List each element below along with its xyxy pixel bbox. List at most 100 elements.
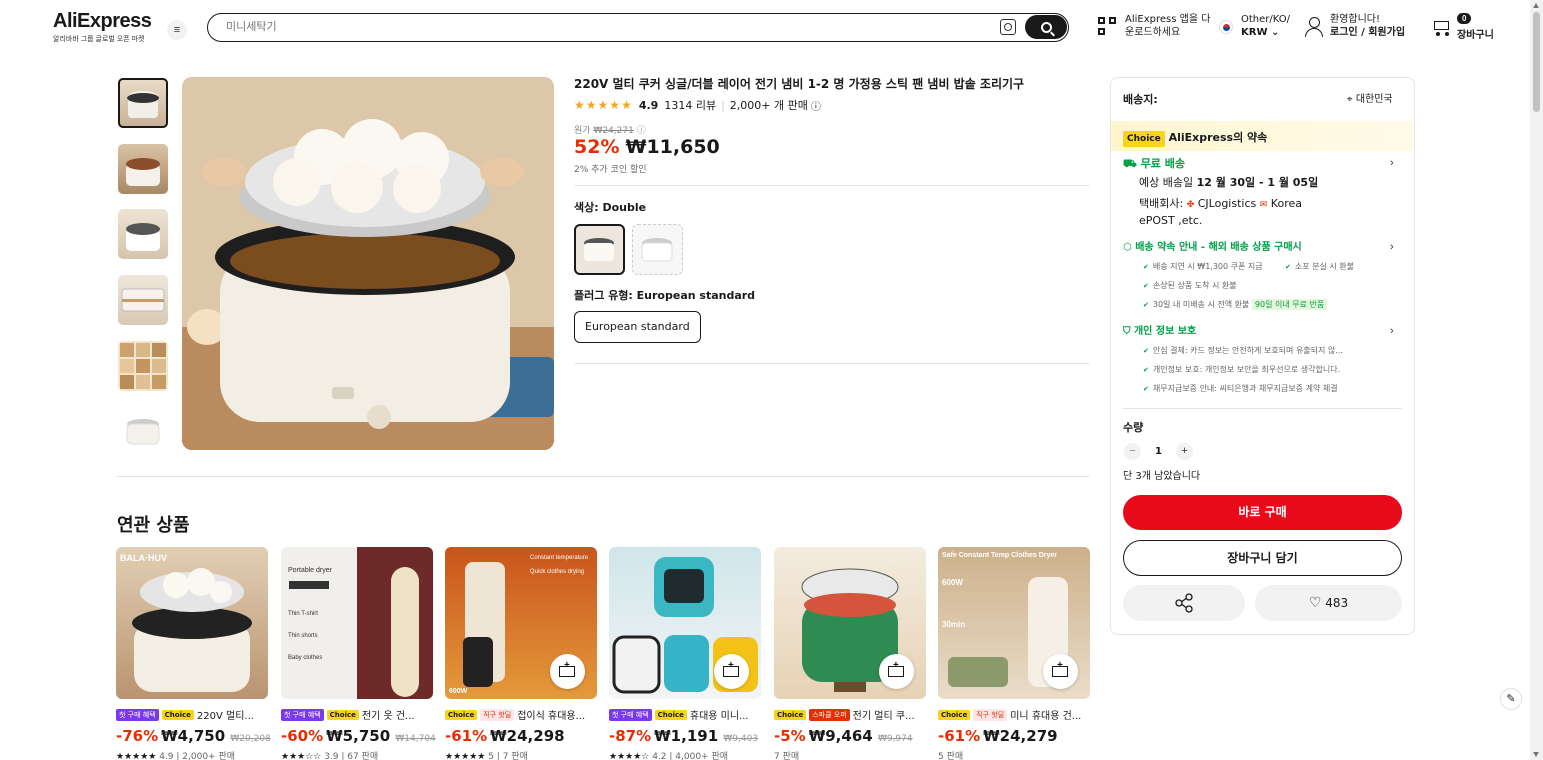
scroll-thumb[interactable] [1533,12,1540,112]
first-purchase-tag: 첫 구매 혜택 [281,708,324,721]
rating-row[interactable]: ★ ★ ★ ★ ★ 4.9 1314 리뷰 | 2,000+ 개 판매 ⓘ [574,97,821,113]
product-card[interactable]: Safe Constant Temp Clothes Dryer 600W 30mi… [938,547,1090,760]
login-signup[interactable]: 로그인 / 회원가입 [1330,26,1405,39]
card-price-value: ₩24,298 [490,727,565,745]
current-price: 52% ₩11,650 [574,136,720,158]
scroll-down-arrow[interactable] [1533,752,1539,757]
info-icon[interactable]: ⓘ [637,126,646,136]
card-rating-sold: 7 판매 [774,752,800,760]
share-button[interactable] [1123,585,1245,621]
product-thumbnail[interactable] [118,406,168,456]
color-swatch-single[interactable] [632,224,683,275]
eta-prefix: 예상 배송일 [1139,176,1194,189]
eta-dates: 12 월 30일 - 1 월 05일 [1196,176,1319,189]
korea-flag-icon [1219,20,1233,34]
coin-discount-note: 2% 추가 코인 할인 [574,165,647,175]
user-icon[interactable] [1305,17,1323,37]
carrier-prefix: 택배회사: [1139,197,1184,210]
color-swatch-double[interactable] [574,224,625,275]
quantity-increase-button[interactable]: + [1176,443,1193,460]
choice-tag: Choice [326,709,359,720]
card-original-price: ₩9,974 [877,734,913,744]
card-discount: -76% [116,727,159,745]
app-download-link[interactable]: AliExpress 앱을 다 운로드하세요 [1125,13,1210,39]
aliexpress-logo[interactable]: AliExpress 알리바바 그룹 글로벌 오픈 마켓 [53,10,152,44]
product-card-name: 220V 멀티... [196,711,254,722]
delivery-guarantee-row[interactable]: ⬡ 배송 약속 안내 - 해외 배송 상품 구매시 [1123,241,1302,255]
choice-tag: Choice [774,709,807,720]
add-to-cart-icon[interactable] [879,654,914,689]
shield-check-icon: ⛉ [1123,326,1131,337]
product-card-image[interactable]: Portable dryer Thin T-shirt Thin shorts Bab… [281,547,433,699]
quantity-decrease-button[interactable]: − [1124,443,1141,460]
sparkle-offer-tag: 스파클 오퍼 [809,708,850,721]
card-discount: -61% [938,727,981,745]
ship-to-selector[interactable]: ⌖ 대한민국 [1347,93,1393,107]
product-thumbnail[interactable] [118,78,168,128]
chevron-right-icon[interactable]: › [1390,157,1529,169]
menu-icon[interactable]: ≡ [167,20,187,40]
product-card-image[interactable]: Constant temperature Quick clothes drying… [445,547,597,699]
quantity-value[interactable]: 1 [1155,445,1162,459]
search-button[interactable] [1025,15,1067,39]
add-to-cart-icon[interactable] [714,654,749,689]
product-thumbnail[interactable] [118,275,168,325]
privacy-data: 개인정보 보호: 개인정보 보안을 최우선으로 생각합니다. [1143,364,1340,375]
vertical-scrollbar[interactable] [1530,0,1543,760]
card-original-price: ₩14,704 [395,734,436,744]
search-input[interactable] [226,20,826,33]
review-count[interactable]: 1314 리뷰 [664,97,716,113]
region-selector[interactable]: Other/KO/ KRW ⌄ [1241,13,1290,39]
privacy-row[interactable]: ⛉ 개인 정보 보호 [1123,325,1196,339]
card-rating-sold: 4.9 | 2,000+ 판매 [159,752,236,760]
product-card[interactable]: BALA·HUV 첫 구매 혜택 Choice 220V 멀티... -76% ₩4,… [116,547,271,760]
choice-tag: Choice [938,709,971,720]
product-card[interactable]: Constant temperature Quick clothes drying… [445,547,597,760]
product-card-price: -5% ₩9,464 ₩9,974 [774,727,926,745]
card-discount: -61% [445,727,488,745]
guarantee-coupon: 배송 지연 시 ₩1,300 쿠폰 지급 [1143,261,1263,272]
product-card-image[interactable]: BALA·HUV [116,547,268,699]
product-card-image[interactable] [609,547,761,699]
card-price-value: ₩24,279 [983,727,1058,745]
info-icon[interactable]: ⓘ [811,98,821,113]
free-shipping-row[interactable]: ⛟ 무료 배송 [1123,157,1185,171]
choice-tag: Choice [161,709,194,720]
korea-post-logo-icon: ✉ [1259,200,1268,210]
qr-code-icon[interactable] [1098,17,1118,37]
guarantee-refund: 30일 내 미배송 시 전액 환불 90일 이내 무료 반품 [1143,299,1328,310]
color-label: 색상: Double [574,201,647,214]
product-card[interactable]: Portable dryer Thin T-shirt Thin shorts Bab… [281,547,436,760]
product-thumbnail[interactable] [118,209,168,259]
account-link[interactable]: 환영합니다! 로그인 / 회원가입 [1330,13,1405,39]
chevron-right-icon[interactable]: › [1390,241,1529,253]
product-card-image[interactable]: Safe Constant Temp Clothes Dryer 600W 30mi… [938,547,1090,699]
wishlist-button[interactable]: ♡ 483 [1255,585,1402,621]
image-search-icon[interactable] [1000,19,1016,35]
product-card[interactable]: Choice스파클 오퍼전기 멀티 쿠... -5%₩9,464 ₩9,974 … [774,547,926,760]
product-card[interactable]: 첫 구매 혜택Choice휴대용 미니... -87%₩1,191 ₩9,403… [609,547,761,760]
product-main-image[interactable] [182,77,554,450]
card-rating-sold: 5 판매 [938,752,964,760]
delivery-guarantee-title: 배송 약속 안내 - 해외 배송 상품 구매시 [1135,242,1302,253]
add-to-cart-icon[interactable] [550,654,585,689]
scroll-up-arrow[interactable] [1533,3,1539,8]
carrier-row: 택배회사: ✤ CJLogistics ✉ Korea [1139,197,1302,212]
add-to-cart-button[interactable]: 장바구니 담기 [1123,540,1402,576]
add-to-cart-icon[interactable] [1043,654,1078,689]
buy-now-button[interactable]: 바로 구매 [1123,495,1402,530]
svg-text:Thin T-shirt: Thin T-shirt [288,611,318,617]
plug-option-european[interactable]: European standard [574,311,701,343]
product-card-image[interactable] [774,547,926,699]
card-original-price: ₩9,403 [723,734,759,744]
svg-text:600W: 600W [942,578,963,587]
card-price-value: ₩5,750 [326,727,391,745]
cart-icon[interactable] [1431,18,1451,36]
card-rating-sold: 5 | 7 판매 [488,752,528,760]
cart-label[interactable]: 장바구니 [1457,26,1494,41]
product-card-name: 미니 휴대용 건... [1010,711,1082,722]
chevron-right-icon[interactable]: › [1390,325,1529,337]
product-thumbnail[interactable] [118,341,168,391]
product-thumbnail[interactable] [118,144,168,194]
edit-pencil-icon[interactable]: ✎ [1500,688,1522,710]
